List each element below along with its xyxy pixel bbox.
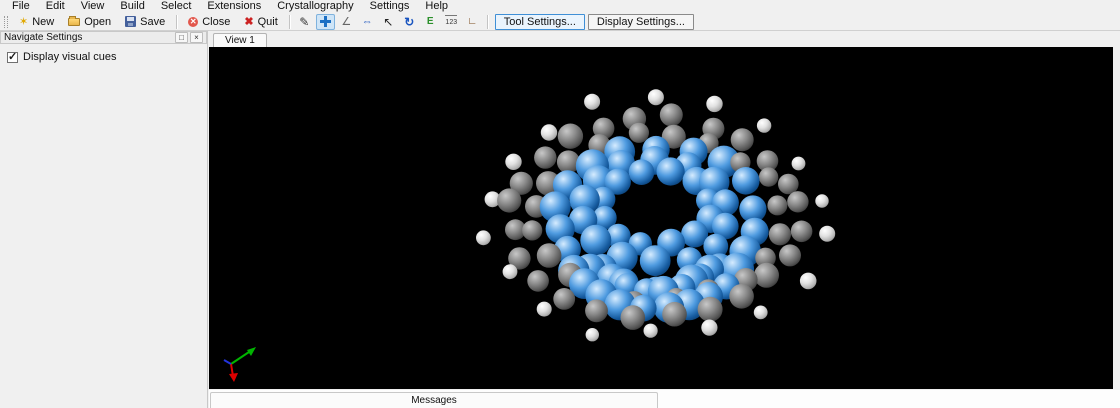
menu-file[interactable]: File: [4, 0, 38, 13]
tool-settings-button[interactable]: Tool Settings...: [494, 13, 585, 30]
measure-tool-icon: 123: [445, 14, 458, 29]
menu-build[interactable]: Build: [112, 0, 152, 13]
avogadro-window: { "menubar": { "items": ["File", "Edit",…: [0, 0, 1120, 408]
close-icon: ✕: [188, 16, 199, 27]
display-visual-cues-checkbox[interactable]: [7, 50, 18, 63]
quit-icon: ✖: [244, 15, 254, 28]
new-icon: ✶: [19, 15, 29, 28]
manipulate-tool-button[interactable]: ⇔: [358, 14, 377, 30]
auto-rotate-tool-button[interactable]: ↻: [400, 14, 419, 30]
tool-button-group: ✎ ∠ ⇔ ↖ ↻ E 123 ∟: [294, 13, 483, 30]
new-button[interactable]: ✶ New: [12, 14, 61, 30]
close-button-label: Close: [202, 15, 231, 28]
display-visual-cues-label: Display visual cues: [23, 51, 117, 63]
align-tool-icon: ∟: [467, 15, 478, 27]
menu-crystallography[interactable]: Crystallography: [269, 0, 361, 13]
gl-viewport[interactable]: [209, 47, 1113, 389]
align-tool-button[interactable]: ∟: [463, 14, 482, 30]
measure-tool-button[interactable]: 123: [442, 14, 461, 30]
y-axis-arrow: [247, 347, 256, 356]
display-visual-cues-row[interactable]: Display visual cues: [7, 50, 207, 63]
navigate-tool-icon: [319, 16, 331, 27]
select-tool-button[interactable]: ↖: [379, 14, 398, 30]
bottom-dock-area: Messages: [209, 390, 1120, 408]
toolbar: ✶ New Open Save ✕ Close ✖ Quit ✎ ∠ ⇔ ↖ ↻ E 123 ∟ Tool…: [0, 13, 1120, 31]
z-axis-arrow: [223, 359, 232, 365]
manipulate-tool-icon: ⇔: [361, 15, 373, 28]
dock-titlebar[interactable]: Navigate Settings □ ×: [0, 31, 207, 44]
window-button-group: ✕ Close ✖ Quit: [181, 14, 285, 30]
open-icon: [68, 15, 81, 26]
tab-view-1[interactable]: View 1: [213, 33, 267, 47]
save-button-label: Save: [140, 15, 166, 28]
auto-optimize-tool-icon: E: [426, 15, 434, 27]
molecule-render: [476, 89, 836, 342]
menubar: File Edit View Build Select Extensions Crystal…: [0, 0, 1120, 13]
messages-dock-header[interactable]: Messages: [210, 392, 658, 408]
navigate-tool-button[interactable]: [315, 13, 335, 30]
navigate-settings-dock: Navigate Settings □ × Display visual cue…: [0, 31, 208, 408]
open-button-label: Open: [84, 15, 112, 28]
dock-float-icon[interactable]: □: [175, 32, 188, 43]
toolbar-drag-handle[interactable]: [4, 15, 8, 28]
axes-indicator: [223, 347, 256, 382]
dock-title: Navigate Settings: [4, 32, 83, 43]
x-axis-arrow: [229, 373, 238, 382]
quit-button[interactable]: ✖ Quit: [237, 14, 284, 30]
auto-optimize-tool-button[interactable]: E: [421, 14, 440, 30]
menu-settings[interactable]: Settings: [362, 0, 418, 13]
menu-extensions[interactable]: Extensions: [199, 0, 269, 13]
auto-rotate-tool-icon: ↻: [404, 14, 415, 29]
bond-centric-tool-icon: ∠: [341, 15, 352, 28]
menu-edit[interactable]: Edit: [38, 0, 73, 13]
menu-select[interactable]: Select: [153, 0, 200, 13]
menu-view[interactable]: View: [73, 0, 113, 13]
view-tabbar: View 1: [209, 31, 1120, 47]
new-button-label: New: [32, 15, 55, 28]
close-button[interactable]: ✕ Close: [181, 14, 237, 30]
toolbar-separator: [288, 14, 290, 29]
open-button[interactable]: Open: [61, 14, 118, 30]
draw-tool-icon: ✎: [299, 14, 310, 29]
dock-close-icon[interactable]: ×: [190, 32, 203, 43]
save-icon: [125, 16, 137, 27]
file-button-group: ✶ New Open Save: [12, 14, 172, 30]
draw-tool-button[interactable]: ✎: [295, 14, 314, 30]
toolbar-separator: [486, 14, 488, 29]
bond-centric-tool-button[interactable]: ∠: [337, 14, 356, 30]
display-settings-button[interactable]: Display Settings...: [587, 13, 694, 30]
toolbar-separator: [176, 14, 178, 29]
quit-button-label: Quit: [257, 15, 278, 28]
save-button[interactable]: Save: [118, 14, 172, 30]
menu-help[interactable]: Help: [417, 0, 456, 13]
select-tool-icon: ↖: [383, 14, 394, 29]
